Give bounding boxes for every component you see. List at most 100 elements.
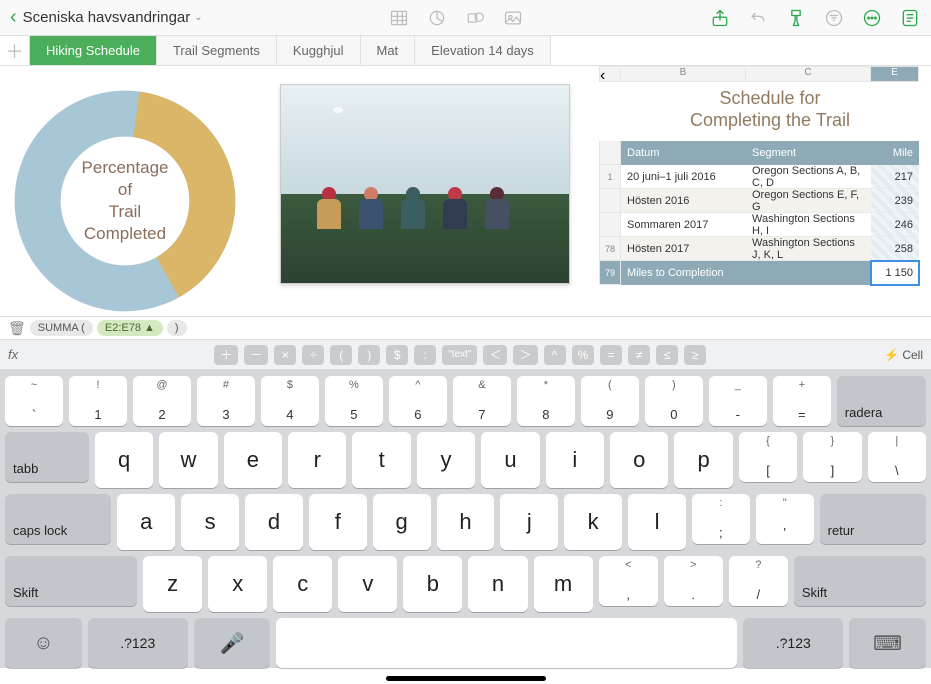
sheet-tab[interactable]: Elevation 14 days (415, 36, 551, 65)
fn-key[interactable]: ≤ (656, 345, 678, 365)
fn-key[interactable]: = (600, 345, 622, 365)
key-punct[interactable]: <, (599, 556, 658, 606)
row-number[interactable] (599, 141, 621, 165)
formula-close-token[interactable]: ) (167, 320, 187, 336)
key-t[interactable]: t (352, 432, 410, 488)
cell-mode-button[interactable]: ⚡Cell (884, 348, 923, 362)
key-k[interactable]: k (564, 494, 622, 550)
key-3[interactable]: #3 (197, 376, 255, 426)
table-footer-row[interactable]: 79 Miles to Completion 1 150 (599, 261, 919, 285)
column-header-selected[interactable]: E (871, 66, 919, 82)
dictation-key[interactable]: 🎤 (194, 618, 271, 668)
selected-cell[interactable]: 1 150 (871, 261, 919, 285)
key-6[interactable]: ^6 (389, 376, 447, 426)
photo-placeholder[interactable] (280, 84, 570, 284)
space-key[interactable] (276, 618, 737, 668)
key-z[interactable]: z (143, 556, 202, 612)
filter-icon[interactable] (823, 7, 845, 29)
media-icon[interactable] (502, 7, 524, 29)
fx-label[interactable]: fx (8, 347, 36, 362)
key-8[interactable]: *8 (517, 376, 575, 426)
document-title[interactable]: Sceniska havsvandringar (23, 9, 191, 26)
fn-key[interactable]: ≥ (684, 345, 706, 365)
key-g[interactable]: g (373, 494, 431, 550)
key-j[interactable]: j (500, 494, 558, 550)
key-1[interactable]: !1 (69, 376, 127, 426)
key-=[interactable]: += (773, 376, 831, 426)
shift-key[interactable]: Skift (794, 556, 926, 606)
fn-key[interactable]: $ (386, 345, 408, 365)
tab-key[interactable]: tabb (5, 432, 89, 482)
formula-bar[interactable]: 🗑 SUMMA ( E2:E78 ▲ ) (0, 316, 931, 340)
key-i[interactable]: i (546, 432, 604, 488)
key-r[interactable]: r (288, 432, 346, 488)
shape-icon[interactable] (464, 7, 486, 29)
numsym-key[interactable]: .?123 (88, 618, 188, 668)
delete-key[interactable]: radera (837, 376, 926, 426)
share-icon[interactable] (709, 7, 731, 29)
key-5[interactable]: %5 (325, 376, 383, 426)
capslock-key[interactable]: caps lock (5, 494, 111, 544)
key-q[interactable]: q (95, 432, 153, 488)
fn-key[interactable]: ≠ (628, 345, 650, 365)
row-number[interactable]: 79 (599, 261, 621, 285)
sheet-tab[interactable]: Kugghjul (277, 36, 361, 65)
key--[interactable]: _- (709, 376, 767, 426)
key-4[interactable]: $4 (261, 376, 319, 426)
fn-key[interactable]: : (414, 345, 436, 365)
row-number[interactable] (599, 213, 621, 237)
fn-key[interactable]: % (572, 345, 595, 365)
key-m[interactable]: m (534, 556, 593, 612)
key-f[interactable]: f (309, 494, 367, 550)
column-header[interactable]: B (621, 66, 746, 82)
fn-key[interactable]: ＞ (513, 345, 537, 365)
key-d[interactable]: d (245, 494, 303, 550)
fn-key[interactable]: "text" (442, 345, 477, 365)
key-0[interactable]: )0 (645, 376, 703, 426)
table-row[interactable]: Hösten 2016 Oregon Sections E, F, G 239 (599, 189, 919, 213)
key-y[interactable]: y (417, 432, 475, 488)
title-menu-caret-icon[interactable]: ⌄ (194, 12, 202, 23)
shift-key[interactable]: Skift (5, 556, 137, 606)
dismiss-keyboard-key[interactable]: ⌨ (849, 618, 926, 668)
key-s[interactable]: s (181, 494, 239, 550)
trash-icon[interactable]: 🗑 (8, 320, 26, 337)
back-button[interactable]: ‹ (10, 6, 17, 29)
column-header[interactable]: C (746, 66, 871, 82)
fn-key[interactable]: ÷ (302, 345, 324, 365)
more-icon[interactable] (861, 7, 883, 29)
row-number[interactable]: 78 (599, 237, 621, 261)
format-brush-icon[interactable] (785, 7, 807, 29)
key-l[interactable]: l (628, 494, 686, 550)
key-w[interactable]: w (159, 432, 217, 488)
key-b[interactable]: b (403, 556, 462, 612)
schedule-table[interactable]: ‹ B C E Schedule for Completing the Trai… (599, 66, 919, 285)
sheet-tab[interactable]: Hiking Schedule (30, 36, 157, 65)
key-7[interactable]: &7 (453, 376, 511, 426)
chart-icon[interactable] (426, 7, 448, 29)
key-p[interactable]: p (674, 432, 732, 488)
undo-icon[interactable] (747, 7, 769, 29)
fn-key[interactable]: × (274, 345, 296, 365)
key-`[interactable]: ~` (5, 376, 63, 426)
fn-key[interactable]: － (244, 345, 268, 365)
fn-key[interactable]: ^ (544, 345, 566, 365)
key-punct[interactable]: >. (664, 556, 723, 606)
key-a[interactable]: a (117, 494, 175, 550)
new-note-icon[interactable] (899, 7, 921, 29)
fn-key[interactable]: ( (330, 345, 352, 365)
key-u[interactable]: u (481, 432, 539, 488)
row-number[interactable] (599, 189, 621, 213)
key-bracket[interactable]: }] (803, 432, 861, 482)
fn-key[interactable]: ＜ (483, 345, 507, 365)
row-number[interactable]: 1 (599, 165, 621, 189)
numsym-key[interactable]: .?123 (743, 618, 843, 668)
canvas-area[interactable]: Percentage of Trail Completed ‹ B C E Sc… (0, 66, 931, 316)
key-punct[interactable]: ?/ (729, 556, 788, 606)
formula-range-token[interactable]: E2:E78 ▲ (97, 320, 163, 336)
emoji-key[interactable]: ☺ (5, 618, 82, 668)
key-v[interactable]: v (338, 556, 397, 612)
sheet-tab[interactable]: Mat (361, 36, 416, 65)
sheet-tab[interactable]: Trail Segments (157, 36, 277, 65)
key-e[interactable]: e (224, 432, 282, 488)
